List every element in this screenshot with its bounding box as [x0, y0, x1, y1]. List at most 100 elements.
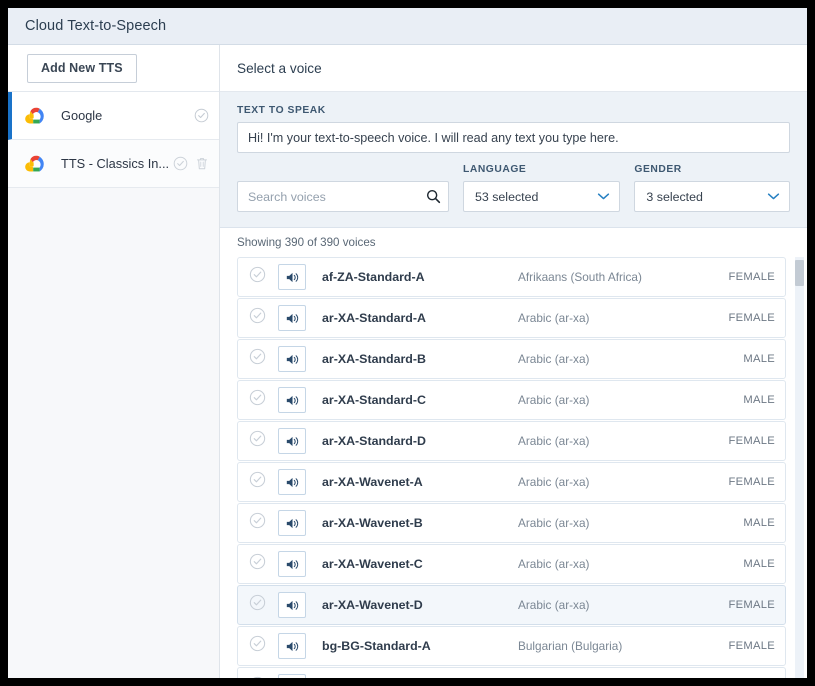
voice-select-checkbox[interactable] [249, 307, 266, 329]
controls-section: TEXT TO SPEAK Hi! I'm your text-to-speec… [220, 92, 807, 228]
voice-select-checkbox[interactable] [249, 512, 266, 534]
title-bar: Cloud Text-to-Speech [8, 8, 807, 45]
speaker-icon [286, 313, 298, 323]
voice-row[interactable]: ar-XA-Standard-B Arabic (ar-xa) MALE [237, 339, 786, 379]
page-title: Cloud Text-to-Speech [25, 18, 167, 34]
sidebar-item-actions [194, 108, 209, 123]
voice-gender: FEMALE [728, 476, 775, 488]
chevron-down-icon [767, 193, 780, 200]
voice-select-checkbox[interactable] [249, 676, 266, 678]
voice-list-area: Showing 390 of 390 voices af-ZA-Standard… [220, 228, 807, 678]
speaker-icon [286, 436, 298, 446]
search-icon[interactable] [418, 189, 448, 204]
voice-gender: FEMALE [728, 435, 775, 447]
voice-row[interactable]: ar-XA-Wavenet-A Arabic (ar-xa) FEMALE [237, 462, 786, 502]
gender-column: GENDER 3 selected [634, 164, 790, 212]
voice-row[interactable]: ar-XA-Wavenet-C Arabic (ar-xa) MALE [237, 544, 786, 584]
play-preview-button[interactable] [278, 551, 306, 577]
voice-language: Arabic (ar-xa) [518, 434, 590, 448]
sidebar-item-google[interactable]: Google [8, 92, 219, 140]
voice-select-checkbox[interactable] [249, 348, 266, 370]
language-select[interactable]: 53 selected [463, 181, 621, 212]
speaker-icon [286, 477, 298, 487]
sidebar: Add New TTS Google TTS - Classics In... [8, 45, 220, 678]
delete-icon[interactable] [195, 156, 209, 171]
add-new-tts-button[interactable]: Add New TTS [27, 53, 137, 83]
play-preview-button[interactable] [278, 264, 306, 290]
language-column: LANGUAGE 53 selected [463, 164, 621, 212]
scrollbar-thumb[interactable] [795, 260, 804, 286]
play-preview-button[interactable] [278, 305, 306, 331]
gender-select-value: 3 selected [646, 189, 703, 204]
chevron-down-icon [598, 193, 610, 200]
voice-language: Arabic (ar-xa) [518, 516, 590, 530]
text-to-speak-input[interactable] [237, 122, 790, 153]
sidebar-item-label: Google [61, 108, 103, 123]
voice-name: ar-XA-Wavenet-C [322, 557, 423, 571]
google-cloud-icon [23, 106, 46, 126]
voice-name: ar-XA-Standard-B [322, 352, 426, 366]
sidebar-item-tts-classics[interactable]: TTS - Classics In... [8, 140, 219, 188]
voice-select-checkbox[interactable] [249, 266, 266, 288]
main-header: Select a voice [220, 45, 807, 92]
voice-select-checkbox[interactable] [249, 635, 266, 657]
play-preview-button[interactable] [278, 510, 306, 536]
voice-gender: FEMALE [728, 640, 775, 652]
voice-list-scroll[interactable]: af-ZA-Standard-A Afrikaans (South Africa)… [220, 257, 807, 678]
play-preview-button[interactable] [278, 674, 306, 678]
gender-label: GENDER [634, 164, 682, 175]
play-preview-button[interactable] [278, 428, 306, 454]
play-preview-button[interactable] [278, 592, 306, 618]
voice-gender: MALE [743, 558, 775, 570]
voice-language: Arabic (ar-xa) [518, 475, 590, 489]
play-preview-button[interactable] [278, 633, 306, 659]
speaker-icon [286, 600, 298, 610]
voice-gender: MALE [743, 353, 775, 365]
voice-language: Afrikaans (South Africa) [518, 270, 642, 284]
voice-gender: FEMALE [728, 312, 775, 324]
voice-row[interactable]: ar-XA-Standard-D Arabic (ar-xa) FEMALE [237, 421, 786, 461]
main-panel: Select a voice TEXT TO SPEAK Hi! I'm you… [220, 45, 807, 678]
play-preview-button[interactable] [278, 387, 306, 413]
gender-select[interactable]: 3 selected [634, 181, 790, 212]
voice-name: ar-XA-Standard-A [322, 311, 426, 325]
voice-row[interactable]: ar-XA-Standard-C Arabic (ar-xa) MALE [237, 380, 786, 420]
speaker-icon [286, 559, 298, 569]
sidebar-toolbar: Add New TTS [8, 45, 219, 92]
check-circle-icon[interactable] [173, 156, 188, 171]
speaker-icon [286, 641, 298, 651]
voice-row[interactable]: ar-XA-Standard-A Arabic (ar-xa) FEMALE [237, 298, 786, 338]
body-split: Add New TTS Google TTS - Classics In... … [8, 45, 807, 678]
sidebar-item-actions [173, 156, 209, 171]
voice-select-checkbox[interactable] [249, 471, 266, 493]
voice-language: Arabic (ar-xa) [518, 598, 590, 612]
voice-row[interactable]: ar-XA-Wavenet-D Arabic (ar-xa) FEMALE [237, 585, 786, 625]
google-cloud-icon [23, 154, 46, 174]
search-voices-field[interactable] [237, 181, 449, 212]
voice-row[interactable]: af-ZA-Standard-A Afrikaans (South Africa)… [237, 257, 786, 297]
voice-select-checkbox[interactable] [249, 430, 266, 452]
speaker-icon [286, 354, 298, 364]
showing-count: Showing 390 of 390 voices [220, 228, 807, 257]
speaker-icon [286, 518, 298, 528]
play-preview-button[interactable] [278, 346, 306, 372]
main-header-title: Select a voice [237, 60, 322, 76]
scrollbar-track[interactable] [795, 257, 804, 678]
voice-language: Arabic (ar-xa) [518, 393, 590, 407]
voice-row[interactable]: bg-BG-Standard-A Bulgarian (Bulgaria) FEMA… [237, 626, 786, 666]
voice-name: af-ZA-Standard-A [322, 270, 425, 284]
voice-name: ar-XA-Wavenet-A [322, 475, 423, 489]
play-preview-button[interactable] [278, 469, 306, 495]
voice-name: bg-BG-Standard-A [322, 639, 431, 653]
check-circle-icon[interactable] [194, 108, 209, 123]
search-input[interactable] [238, 189, 418, 204]
voice-select-checkbox[interactable] [249, 553, 266, 575]
voice-row[interactable]: bn-IN-Standard-ABangla (India)FEMALE [237, 667, 786, 678]
voice-language: Bulgarian (Bulgaria) [518, 639, 623, 653]
voice-select-checkbox[interactable] [249, 389, 266, 411]
voice-list: af-ZA-Standard-A Afrikaans (South Africa)… [237, 257, 786, 678]
search-column [237, 181, 449, 212]
voice-row[interactable]: ar-XA-Wavenet-B Arabic (ar-xa) MALE [237, 503, 786, 543]
voice-select-checkbox[interactable] [249, 594, 266, 616]
app-window: Cloud Text-to-Speech Add New TTS Google [8, 8, 807, 678]
